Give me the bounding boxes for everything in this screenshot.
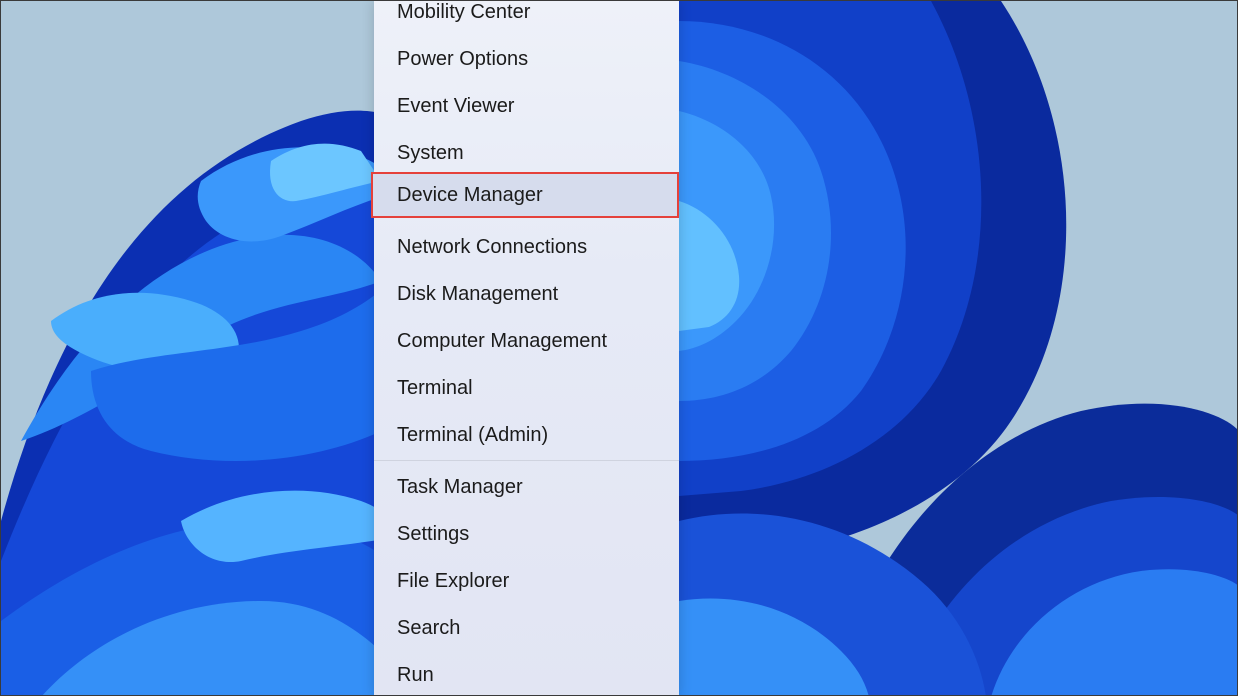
menu-item-system[interactable]: System xyxy=(374,133,679,173)
menu-separator xyxy=(374,460,679,461)
menu-item-network-connections[interactable]: Network Connections xyxy=(374,227,679,267)
right-bloom xyxy=(679,1,1237,695)
menu-item-terminal[interactable]: Terminal xyxy=(374,368,679,408)
menu-item-task-manager[interactable]: Task Manager xyxy=(374,467,679,507)
menu-item-device-manager[interactable]: Device Manager xyxy=(371,172,679,218)
left-bloom xyxy=(1,110,421,695)
menu-item-run[interactable]: Run xyxy=(374,655,679,695)
menu-item-search[interactable]: Search xyxy=(374,608,679,648)
menu-item-event-viewer[interactable]: Event Viewer xyxy=(374,86,679,126)
menu-item-mobility-center[interactable]: Mobility Center xyxy=(374,1,679,32)
desktop: Mobility Center Power Options Event View… xyxy=(0,0,1238,696)
menu-item-file-explorer[interactable]: File Explorer xyxy=(374,561,679,601)
menu-item-power-options[interactable]: Power Options xyxy=(374,39,679,79)
menu-item-computer-management[interactable]: Computer Management xyxy=(374,321,679,361)
context-menu: Mobility Center Power Options Event View… xyxy=(371,1,679,695)
menu-item-disk-management[interactable]: Disk Management xyxy=(374,274,679,314)
menu-item-terminal-admin[interactable]: Terminal (Admin) xyxy=(374,415,679,455)
menu-item-settings[interactable]: Settings xyxy=(374,514,679,554)
